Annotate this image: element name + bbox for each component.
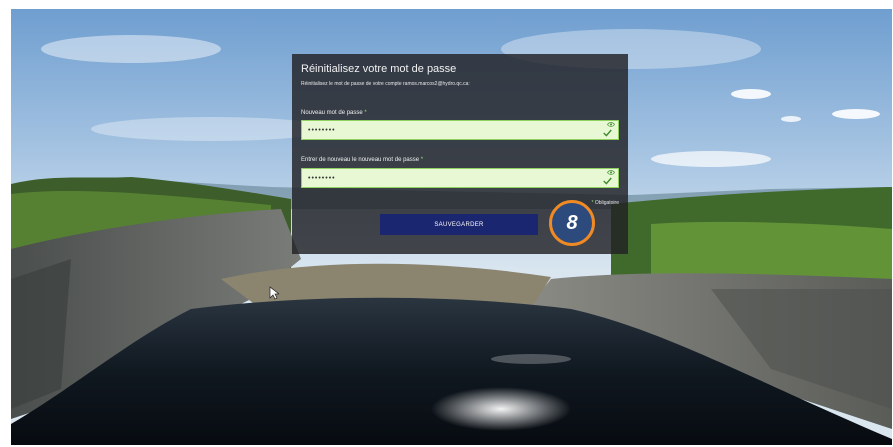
new-password-input[interactable] <box>302 121 594 139</box>
save-button[interactable]: SAUVEGARDER <box>380 214 538 235</box>
checkmark-icon <box>603 129 612 137</box>
required-note: * Obligatoire <box>591 200 619 206</box>
new-password-field[interactable] <box>301 120 619 140</box>
confirm-password-label-text: Entrer de nouveau le nouveau mot de pass… <box>301 157 420 163</box>
required-marker: * <box>420 157 424 163</box>
confirm-password-label: Entrer de nouveau le nouveau mot de pass… <box>301 157 423 163</box>
mouse-cursor-icon <box>269 286 279 300</box>
eye-icon[interactable] <box>607 170 615 175</box>
dialog-subtitle: Réinitialisez le mot de passe de votre c… <box>301 81 470 87</box>
checkmark-icon <box>603 177 612 185</box>
new-password-label-text: Nouveau mot de passe <box>301 110 363 116</box>
confirm-password-input[interactable] <box>302 169 594 187</box>
step-number-badge: 8 <box>549 200 595 246</box>
eye-icon[interactable] <box>607 122 615 127</box>
dialog-title: Réinitialisez votre mot de passe <box>301 63 457 75</box>
required-marker: * <box>364 110 367 116</box>
required-note-text: Obligatoire <box>594 200 619 206</box>
required-marker: * <box>591 200 594 206</box>
new-password-label: Nouveau mot de passe * <box>301 110 367 116</box>
confirm-password-field[interactable] <box>301 168 619 188</box>
